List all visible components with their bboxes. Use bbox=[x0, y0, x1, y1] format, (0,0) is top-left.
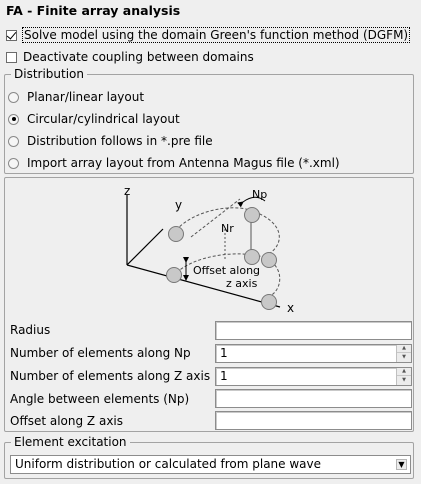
radio-planar-label: Planar/linear layout bbox=[27, 90, 145, 104]
elements-z-value: 1 bbox=[220, 369, 228, 383]
radio-pre-file-label: Distribution follows in *.pre file bbox=[27, 134, 213, 148]
np-label: Np bbox=[252, 188, 267, 201]
elements-z-stepper[interactable]: 1 ▲ ▼ bbox=[215, 367, 412, 386]
excitation-selected-value: Uniform distribution or calculated from … bbox=[15, 457, 321, 471]
radio-antenna-magus[interactable] bbox=[8, 157, 19, 169]
nr-label: Nr bbox=[221, 222, 234, 235]
array-element bbox=[261, 252, 277, 268]
deactivate-coupling-label: Deactivate coupling between domains bbox=[23, 50, 254, 64]
array-element bbox=[244, 207, 260, 223]
radio-pre-file[interactable] bbox=[8, 135, 19, 147]
circular-layout-panel: z y x Np Nr Offset along z axis Radius N… bbox=[4, 177, 414, 432]
angle-np-input[interactable] bbox=[215, 389, 412, 408]
elements-z-label: Number of elements along Z axis bbox=[10, 369, 211, 383]
radio-circular[interactable] bbox=[8, 113, 19, 125]
radio-antenna-magus-label: Import array layout from Antenna Magus f… bbox=[27, 156, 340, 170]
radius-input[interactable] bbox=[215, 321, 412, 340]
elements-np-stepper[interactable]: 1 ▲ ▼ bbox=[215, 344, 412, 363]
y-axis-label: y bbox=[175, 198, 182, 212]
dialog-title: FA - Finite array analysis bbox=[6, 3, 181, 18]
dgfm-checkbox-row[interactable]: Solve model using the domain Green's fun… bbox=[6, 26, 411, 44]
array-element bbox=[168, 226, 184, 242]
radio-circular-label: Circular/cylindrical layout bbox=[27, 112, 180, 126]
z-axis-label: z bbox=[124, 184, 130, 198]
offset-label-line2: z axis bbox=[226, 277, 258, 290]
radio-planar[interactable] bbox=[8, 91, 19, 103]
array-element bbox=[166, 267, 182, 283]
offset-z-input[interactable] bbox=[215, 411, 412, 430]
angle-np-label: Angle between elements (Np) bbox=[10, 392, 190, 406]
radio-planar-row[interactable]: Planar/linear layout bbox=[8, 88, 144, 106]
dgfm-checkbox[interactable] bbox=[6, 29, 17, 41]
spin-down-icon[interactable]: ▼ bbox=[397, 353, 411, 361]
excitation-select[interactable]: Uniform distribution or calculated from … bbox=[10, 455, 411, 474]
spin-down-icon[interactable]: ▼ bbox=[397, 376, 411, 384]
radio-pre-file-row[interactable]: Distribution follows in *.pre file bbox=[8, 132, 213, 150]
deactivate-coupling-checkbox[interactable] bbox=[6, 51, 17, 63]
circular-array-diagram: z y x Np Nr Offset along z axis bbox=[124, 184, 294, 315]
dgfm-label: Solve model using the domain Green's fun… bbox=[21, 27, 411, 43]
excitation-group: Element excitation Uniform distribution … bbox=[4, 435, 414, 479]
chevron-down-icon[interactable]: ▼ bbox=[396, 459, 407, 470]
distribution-group: Distribution Planar/linear layout Circul… bbox=[4, 67, 414, 174]
array-element bbox=[261, 294, 277, 310]
radius-label: Radius bbox=[10, 323, 51, 337]
deactivate-coupling-row[interactable]: Deactivate coupling between domains bbox=[6, 48, 254, 66]
y-axis-line bbox=[126, 228, 164, 266]
radio-circular-row[interactable]: Circular/cylindrical layout bbox=[8, 110, 180, 128]
x-axis-label: x bbox=[287, 301, 294, 315]
offset-z-label: Offset along Z axis bbox=[10, 414, 124, 428]
elements-np-label: Number of elements along Np bbox=[10, 346, 191, 360]
elements-np-spinner[interactable]: ▲ ▼ bbox=[396, 345, 411, 362]
elements-np-value: 1 bbox=[220, 346, 228, 360]
distribution-legend: Distribution bbox=[11, 67, 88, 81]
array-element bbox=[244, 249, 260, 265]
radio-antenna-magus-row[interactable]: Import array layout from Antenna Magus f… bbox=[8, 154, 340, 172]
offset-label-line1: Offset along bbox=[193, 264, 260, 277]
excitation-legend: Element excitation bbox=[11, 435, 130, 449]
elements-z-spinner[interactable]: ▲ ▼ bbox=[396, 368, 411, 385]
